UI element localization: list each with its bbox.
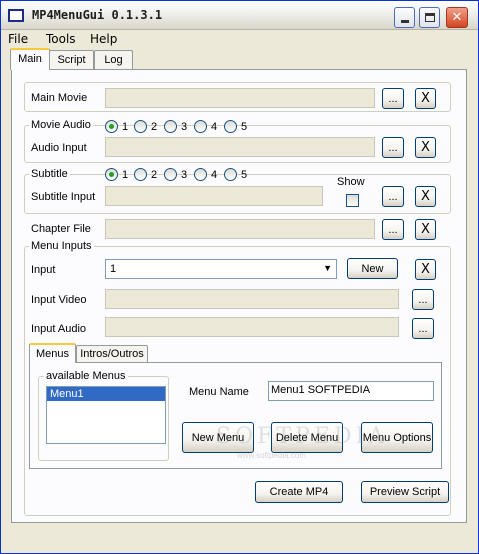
minimize-icon xyxy=(400,20,409,23)
audio-radio-2[interactable] xyxy=(134,120,147,133)
chapter-file-label: Chapter File xyxy=(31,223,91,235)
audio-clear-button[interactable]: X xyxy=(415,137,436,158)
audio-browse-button[interactable]: ... xyxy=(382,137,404,158)
audio-input-label: Audio Input xyxy=(31,142,87,154)
movie-audio-label: Movie Audio xyxy=(29,119,93,131)
menu-input-label: Input xyxy=(31,264,56,276)
input-video-path[interactable] xyxy=(105,289,399,309)
subtitle-input-label: Subtitle Input xyxy=(31,191,96,203)
app-icon xyxy=(8,9,24,22)
subtitle-label: Subtitle xyxy=(29,168,70,180)
create-mp4-button[interactable]: Create MP4 xyxy=(255,481,343,503)
subtitle-radio-2-label: 2 xyxy=(151,169,158,181)
audio-radio-4[interactable] xyxy=(194,120,207,133)
available-menus-title: available Menus xyxy=(44,370,128,382)
tab-script[interactable]: Script xyxy=(49,50,94,71)
subtitle-radio-1-label: 1 xyxy=(122,169,129,181)
input-video-label: Input Video xyxy=(31,294,87,306)
close-icon: ✕ xyxy=(451,10,463,25)
preview-script-button[interactable]: Preview Script xyxy=(361,481,449,503)
tab-intros-outros[interactable]: Intros/Outros xyxy=(76,345,148,363)
dropdown-arrow-icon[interactable]: ▼ xyxy=(323,263,332,273)
input-audio-browse-button[interactable]: ... xyxy=(412,318,434,339)
input-audio-path[interactable] xyxy=(105,317,399,337)
menu-list-item[interactable]: Menu1 xyxy=(47,387,165,401)
chapter-browse-button[interactable]: ... xyxy=(382,219,404,240)
input-video-browse-button[interactable]: ... xyxy=(412,289,434,310)
subtitle-radio-4[interactable] xyxy=(194,168,207,181)
tab-log[interactable]: Log xyxy=(94,50,133,71)
main-movie-clear-button[interactable]: X xyxy=(415,88,436,109)
menu-input-value: 1 xyxy=(110,263,117,275)
chapter-clear-button[interactable]: X xyxy=(415,219,436,240)
menu-input-select[interactable]: 1 ▼ xyxy=(105,259,337,279)
tab-menus[interactable]: Menus xyxy=(29,343,76,363)
menu-input-clear-button[interactable]: X xyxy=(415,259,436,280)
subtitle-radio-5-label: 5 xyxy=(241,169,248,181)
chapter-file-path[interactable] xyxy=(105,219,375,239)
subtitle-show-label: Show xyxy=(337,176,365,188)
audio-radio-2-label: 2 xyxy=(151,121,158,133)
menu-name-label: Menu Name xyxy=(189,386,249,398)
menu-name-input[interactable]: Menu1 SOFTPEDIA xyxy=(268,381,434,401)
audio-radio-4-label: 4 xyxy=(211,121,218,133)
menu-tools[interactable]: Tools xyxy=(46,32,76,46)
subtitle-radio-5[interactable] xyxy=(224,168,237,181)
input-audio-label: Input Audio xyxy=(31,323,87,335)
subtitle-show-checkbox[interactable] xyxy=(346,194,359,207)
maximize-button[interactable] xyxy=(419,7,440,28)
audio-radio-3-label: 3 xyxy=(181,121,188,133)
subtitle-input-path[interactable] xyxy=(105,186,323,206)
subtitle-radio-1[interactable] xyxy=(105,168,118,181)
tab-main[interactable]: Main xyxy=(10,48,50,70)
main-movie-browse-button[interactable]: ... xyxy=(382,88,404,109)
audio-radio-1-label: 1 xyxy=(122,121,129,133)
audio-radio-1[interactable] xyxy=(105,120,118,133)
minimize-button[interactable] xyxy=(394,7,415,28)
subtitle-clear-button[interactable]: X xyxy=(415,186,436,207)
maximize-icon xyxy=(424,13,435,22)
menu-help[interactable]: Help xyxy=(90,32,117,46)
main-movie-path[interactable] xyxy=(105,88,375,108)
window-title: MP4MenuGui 0.1.3.1 xyxy=(32,8,163,22)
subtitle-radio-4-label: 4 xyxy=(211,169,218,181)
available-menus-list[interactable]: Menu1 xyxy=(46,386,166,444)
app-window: MP4MenuGui 0.1.3.1 ✕ File Tools Help Mai… xyxy=(0,0,479,554)
menu-file[interactable]: File xyxy=(8,32,28,46)
audio-radio-3[interactable] xyxy=(164,120,177,133)
main-movie-label: Main Movie xyxy=(31,92,88,104)
audio-input-path[interactable] xyxy=(105,137,375,157)
menu-inputs-title: Menu Inputs xyxy=(29,240,94,252)
title-bar[interactable]: MP4MenuGui 0.1.3.1 ✕ xyxy=(1,1,478,30)
audio-radio-5[interactable] xyxy=(224,120,237,133)
subtitle-browse-button[interactable]: ... xyxy=(382,186,404,207)
subtitle-radio-3-label: 3 xyxy=(181,169,188,181)
watermark-text: SOFTPEDIA xyxy=(216,424,389,449)
subtitle-radio-2[interactable] xyxy=(134,168,147,181)
subtitle-radio-3[interactable] xyxy=(164,168,177,181)
menu-bar: File Tools Help xyxy=(1,31,478,47)
watermark-url: www.softpedia.com xyxy=(237,451,306,460)
close-window-button[interactable]: ✕ xyxy=(446,7,468,28)
audio-radio-5-label: 5 xyxy=(241,121,248,133)
new-input-button[interactable]: New xyxy=(347,258,398,279)
menus-panel: available Menus Menu1 Menu Name Menu1 SO… xyxy=(29,362,442,469)
